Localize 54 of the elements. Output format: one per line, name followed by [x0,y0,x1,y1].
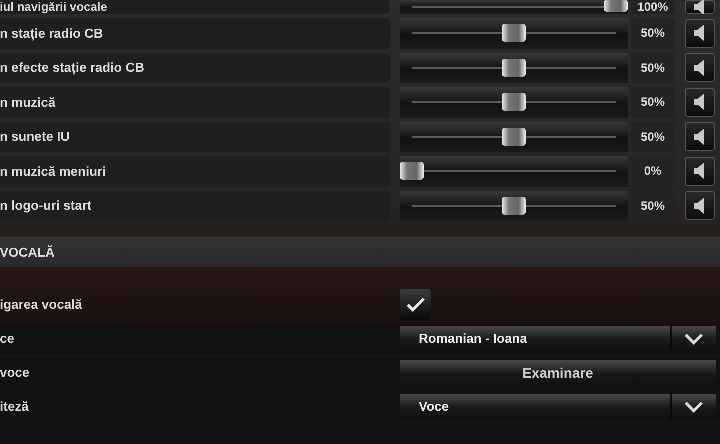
slider-thumb[interactable] [502,93,526,112]
volume-slider[interactable] [400,156,628,186]
setting-label: voce [0,365,31,380]
volume-reading: 50% [631,52,675,83]
speaker-icon [693,93,707,112]
speaker-icon [693,162,707,180]
setting-label: n logo-uri start [0,190,390,221]
volume-slider[interactable] [400,18,628,48]
checkbox[interactable] [400,289,431,320]
preview-button[interactable]: Examinare [400,360,716,385]
speaker-button[interactable] [685,53,715,82]
slider-thumb[interactable] [400,162,424,180]
speaker-icon [693,196,707,215]
chevron-icon [684,332,704,344]
slider-thumb[interactable] [502,24,526,42]
speaker-button[interactable] [685,191,715,220]
volume-reading: 0% [631,156,675,186]
speaker-button[interactable] [685,0,715,14]
speaker-button[interactable] [685,18,715,48]
speaker-icon [693,128,707,146]
volume-reading: 50% [631,18,675,48]
volume-slider[interactable] [400,52,628,83]
section-header: VOCALĂ [0,237,720,267]
setting-label: ce [0,331,16,346]
dropdown[interactable]: Romanian - Ioana [400,326,716,351]
slider-thumb[interactable] [502,58,526,77]
chevron-icon [684,400,704,412]
setting-label: igarea vocală [0,297,84,312]
volume-slider[interactable] [400,87,628,118]
setting-label: iul navigării vocale [0,0,390,14]
volume-slider[interactable] [400,122,628,152]
speaker-button[interactable] [685,156,715,186]
check-icon [406,296,426,312]
volume-reading: 50% [631,87,675,118]
speaker-icon [693,0,707,14]
speaker-icon [693,58,707,77]
speaker-button[interactable] [685,122,715,152]
setting-label: n staţie radio CB [0,18,390,48]
setting-label: n sunete IU [0,122,390,152]
volume-reading: 100% [631,0,675,14]
slider-thumb[interactable] [502,196,526,215]
setting-label: n efecte staţie radio CB [0,52,390,83]
setting-label: n muzică [0,87,390,118]
setting-label: iteză [0,399,30,414]
slider-thumb[interactable] [502,128,526,146]
setting-label: n muzică meniuri [0,156,390,186]
speaker-icon [693,24,707,42]
slider-thumb[interactable] [604,0,628,12]
speaker-button[interactable] [685,88,715,117]
volume-slider[interactable] [400,0,628,14]
volume-reading: 50% [631,190,675,221]
volume-reading: 50% [631,122,675,152]
volume-slider[interactable] [400,190,628,221]
dropdown[interactable]: Voce [400,394,716,419]
